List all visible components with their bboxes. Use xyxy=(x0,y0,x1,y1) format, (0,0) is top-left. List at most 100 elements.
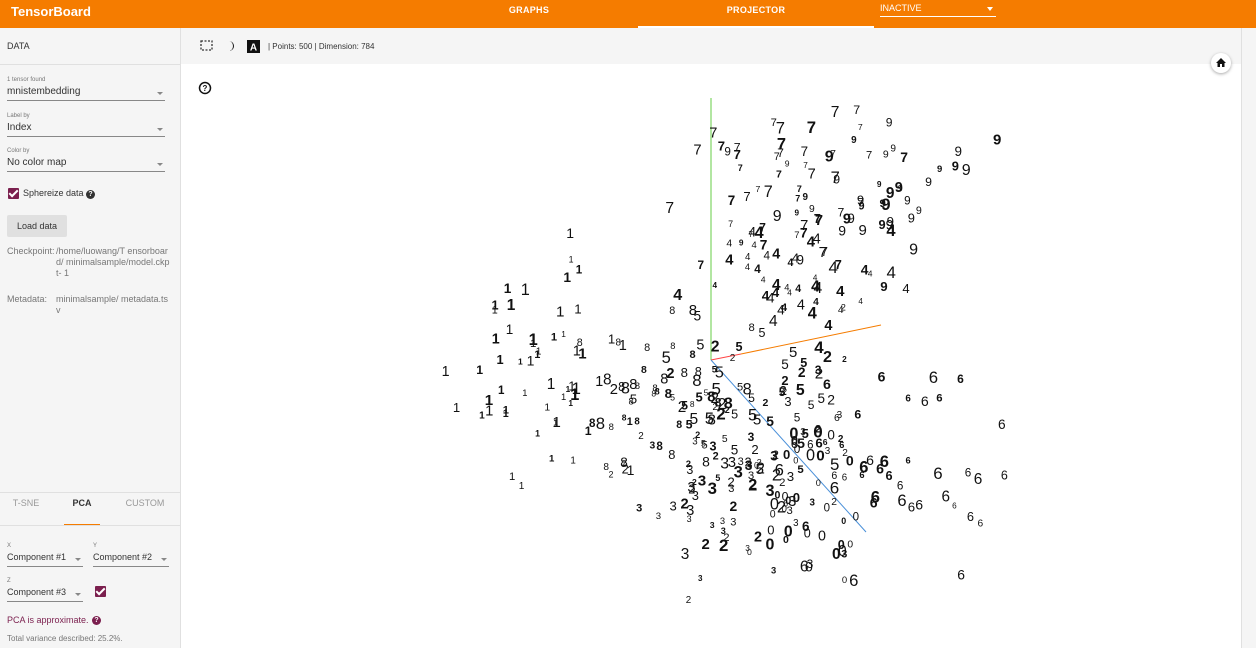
digit-point[interactable]: 4 xyxy=(725,253,734,269)
digit-point[interactable]: 4 xyxy=(858,297,863,306)
digit-point[interactable]: 8 xyxy=(596,414,605,433)
digit-point[interactable]: 4 xyxy=(673,286,682,304)
digit-point[interactable]: 8 xyxy=(603,462,609,473)
digit-point[interactable]: 8 xyxy=(692,371,701,390)
digit-point[interactable]: 3 xyxy=(681,546,690,563)
digit-point[interactable]: 8 xyxy=(622,413,627,423)
digit-point[interactable]: 4 xyxy=(829,258,838,277)
digit-point[interactable]: 7 xyxy=(866,150,872,162)
digit-point[interactable]: 5 xyxy=(800,356,807,370)
digit-point[interactable]: 5 xyxy=(789,345,797,361)
digit-point[interactable]: 8 xyxy=(665,386,672,401)
digit-point[interactable]: 1 xyxy=(570,386,579,404)
digit-point[interactable]: 6 xyxy=(878,369,886,385)
digit-point[interactable]: 8 xyxy=(690,349,696,361)
digit-point[interactable]: 1 xyxy=(507,297,516,314)
run-select[interactable]: INACTIVE xyxy=(880,2,996,17)
digit-point[interactable]: 8 xyxy=(724,395,733,413)
digit-point[interactable]: 1 xyxy=(627,416,633,428)
digit-point[interactable]: 6 xyxy=(957,372,964,386)
digit-point[interactable]: 4 xyxy=(795,283,801,295)
digit-point[interactable]: 0 xyxy=(793,455,798,465)
digit-point[interactable]: 5 xyxy=(715,473,720,483)
digit-point[interactable]: 6 xyxy=(830,478,839,497)
digit-point[interactable]: 0 xyxy=(783,447,790,462)
digit-point[interactable]: 9 xyxy=(795,209,800,218)
digit-point[interactable]: 8 xyxy=(708,412,716,429)
digit-point[interactable]: 2 xyxy=(763,397,769,409)
digit-point[interactable]: 1 xyxy=(570,456,575,467)
digit-point[interactable]: 1 xyxy=(535,428,540,438)
digit-point[interactable]: 1 xyxy=(576,264,583,277)
digit-point[interactable]: 1 xyxy=(498,384,505,397)
load-data-button[interactable]: Load data xyxy=(7,215,67,237)
digit-point[interactable]: 7 xyxy=(795,194,800,204)
digit-point[interactable]: 2 xyxy=(827,392,835,408)
digit-point[interactable]: 0 xyxy=(846,453,854,469)
digit-point[interactable]: 1 xyxy=(476,363,483,377)
digit-point[interactable]: 9 xyxy=(773,208,782,225)
tab-graphs[interactable]: GRAPHS xyxy=(470,0,588,28)
spherize-checkbox[interactable] xyxy=(8,188,19,199)
digit-point[interactable]: 2 xyxy=(842,354,847,364)
digit-point[interactable]: 3 xyxy=(710,440,717,454)
digit-point[interactable]: 5 xyxy=(766,414,774,429)
digit-point[interactable]: 4 xyxy=(868,269,873,279)
digit-point[interactable]: 8 xyxy=(641,365,647,376)
digit-point[interactable]: 9 xyxy=(857,192,864,207)
digit-point[interactable]: 7 xyxy=(821,245,828,259)
digit-point[interactable]: 7 xyxy=(698,258,705,272)
digit-point[interactable]: 7 xyxy=(734,147,741,162)
digit-point[interactable]: 4 xyxy=(761,275,766,285)
digit-point[interactable]: 5 xyxy=(715,364,724,382)
digit-point[interactable]: 4 xyxy=(813,297,819,308)
digit-point[interactable]: 7 xyxy=(900,149,908,165)
digit-point[interactable]: 9 xyxy=(851,135,857,146)
y-component-dropdown[interactable]: Component #2 xyxy=(93,552,169,567)
digit-point[interactable]: 5 xyxy=(781,357,789,372)
digit-point[interactable]: 0 xyxy=(747,547,752,557)
digit-point[interactable]: 6 xyxy=(906,456,911,466)
digit-point[interactable]: 7 xyxy=(800,218,808,234)
color-by-dropdown[interactable]: No color map xyxy=(7,157,165,172)
digit-point[interactable]: 7 xyxy=(728,219,733,229)
digit-point[interactable]: 2 xyxy=(702,537,710,553)
digit-point[interactable]: 3 xyxy=(670,499,677,514)
digit-point[interactable]: 8 xyxy=(689,302,697,319)
digit-point[interactable]: 3 xyxy=(720,455,729,472)
digit-point[interactable]: 5 xyxy=(731,442,739,457)
digit-point[interactable]: 1 xyxy=(561,329,566,339)
digit-point[interactable]: 0 xyxy=(782,490,789,504)
digit-point[interactable]: 8 xyxy=(715,396,722,410)
digit-point[interactable]: 1 xyxy=(566,225,574,241)
digit-point[interactable]: 1 xyxy=(518,357,523,367)
digit-point[interactable]: 3 xyxy=(710,520,715,530)
digit-point[interactable]: 1 xyxy=(522,387,527,398)
digit-point[interactable]: 0 xyxy=(824,503,830,515)
digit-point[interactable]: 1 xyxy=(552,414,560,431)
digit-point[interactable]: 6 xyxy=(936,393,942,405)
digit-point[interactable]: 3 xyxy=(650,440,656,451)
digit-point[interactable]: 7 xyxy=(808,167,816,183)
digit-point[interactable]: 1 xyxy=(519,481,525,492)
digit-point[interactable]: 0 xyxy=(754,461,759,471)
digit-point[interactable]: 4 xyxy=(792,251,799,266)
digit-point[interactable]: 9 xyxy=(724,145,731,158)
digit-point[interactable]: 7 xyxy=(797,184,802,194)
digit-point[interactable]: 6 xyxy=(870,494,878,510)
digit-point[interactable]: 8 xyxy=(669,305,675,317)
digit-point[interactable]: 6 xyxy=(775,460,784,479)
x-component-dropdown[interactable]: Component #1 xyxy=(7,552,83,567)
digit-point[interactable]: 3 xyxy=(636,503,642,515)
digit-point[interactable]: 1 xyxy=(549,454,555,465)
digit-point[interactable]: 1 xyxy=(547,376,556,393)
digit-point[interactable]: 4 xyxy=(772,247,780,263)
digit-point[interactable]: 5 xyxy=(753,412,761,429)
digit-point[interactable]: 3 xyxy=(728,483,734,495)
digit-point[interactable]: 0 xyxy=(767,523,774,538)
digit-point[interactable]: 9 xyxy=(809,204,815,215)
digit-point[interactable]: 9 xyxy=(904,194,911,207)
digit-point[interactable]: 4 xyxy=(887,263,896,282)
digit-point[interactable]: 8 xyxy=(618,380,625,394)
digit-point[interactable]: 3 xyxy=(784,394,791,409)
